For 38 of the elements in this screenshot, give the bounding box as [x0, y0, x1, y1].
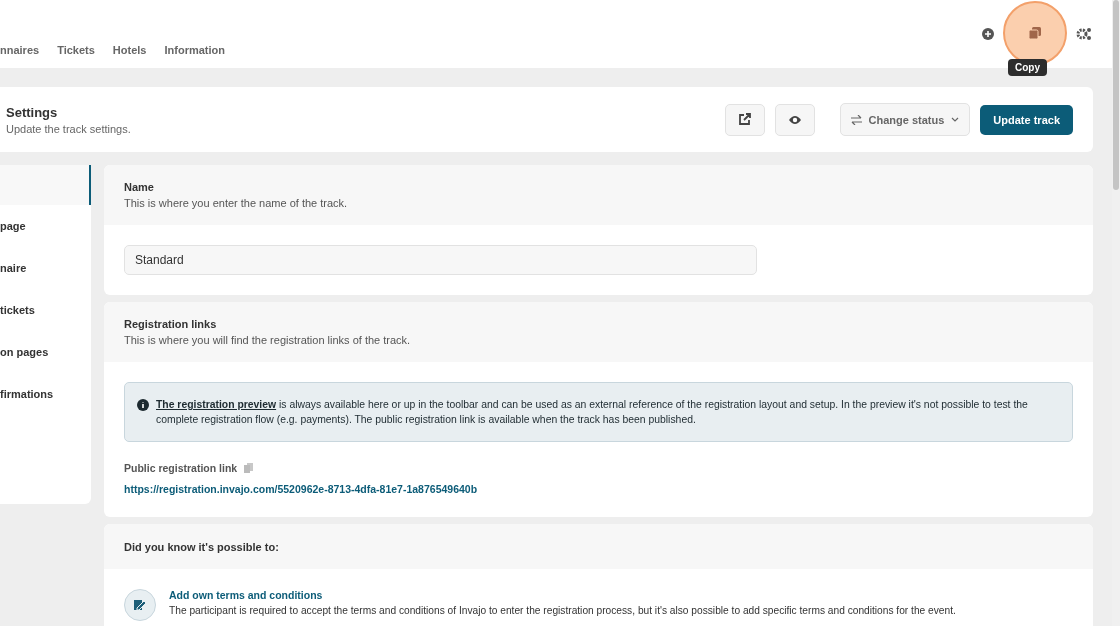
sidebar-item[interactable]: on pages [0, 331, 91, 373]
page-title: Settings [6, 104, 59, 120]
public-registration-link[interactable]: https://registration.invajo.com/5520962e-8713-4dfa-81e7-1a876549640b [124, 483, 478, 495]
tooltip: Copy [1008, 59, 1047, 76]
section-title: Did you know it's possible to: [124, 540, 279, 553]
change-status-button[interactable]: Change status [839, 103, 971, 136]
sidebar-item[interactable]: firmations [0, 373, 91, 415]
section-title: Registration links [124, 318, 218, 330]
nav-tab[interactable]: Information [164, 44, 225, 56]
field-label: Public registration link [124, 462, 238, 474]
chevron-down-icon [951, 117, 960, 122]
notice-text: The registration preview is always available here or up in the toolbar and can be used as an external reference of the registration layout and setup. In the preview it's not possible to test the complete registration flow (e.g. payments). The public registration link is available when the track has been published. [156, 398, 1029, 427]
document-edit-icon [133, 598, 147, 612]
sidebar-item[interactable]: page [0, 205, 91, 247]
sidebar-item[interactable]: tickets [0, 289, 91, 331]
nav-tab[interactable]: Tickets [57, 44, 95, 56]
preview-button[interactable] [774, 103, 815, 136]
sidebar-item[interactable]: naire [0, 247, 91, 289]
tip-description: The participant is required to accept the terms and conditions of Invajo to enter the registration process, but it's also possible to add specific terms and conditions for the event. [169, 605, 956, 616]
add-icon[interactable] [982, 28, 994, 40]
copy-icon[interactable] [1029, 27, 1041, 39]
sidebar-item-selected[interactable] [0, 165, 91, 205]
external-link-button[interactable] [724, 103, 765, 136]
section-title: Name [124, 181, 155, 193]
eye-icon [787, 114, 802, 125]
tip-title[interactable]: Add own terms and conditions [169, 589, 956, 601]
section-description: This is where you will find the registration links of the track. [124, 334, 412, 346]
section-description: This is where you enter the name of the track. [124, 197, 349, 209]
page-subtitle: Update the track settings. [6, 122, 131, 135]
info-icon [137, 399, 149, 411]
external-link-icon [738, 113, 752, 126]
update-track-button[interactable]: Update track [980, 104, 1073, 135]
registration-preview-link[interactable]: The registration preview [156, 399, 277, 410]
name-input[interactable]: Standard [124, 245, 757, 275]
settings-icon[interactable] [1076, 27, 1092, 41]
nav-tab[interactable]: Hotels [112, 44, 147, 56]
nav-tab[interactable]: nnaires [0, 44, 40, 56]
swap-icon [850, 114, 862, 125]
